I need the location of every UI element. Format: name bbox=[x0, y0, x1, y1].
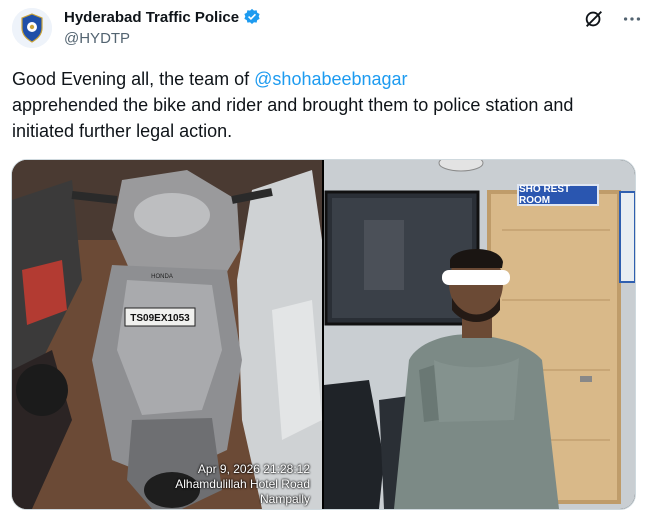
brand-text: HONDA bbox=[151, 274, 173, 280]
author-name-row[interactable]: Hyderabad Traffic Police bbox=[64, 8, 261, 26]
rider-illustration bbox=[324, 160, 635, 509]
photo-rider[interactable]: SHO REST ROOM bbox=[324, 160, 635, 509]
room-sign: SHO REST ROOM bbox=[517, 184, 599, 206]
author-name[interactable]: Hyderabad Traffic Police bbox=[64, 9, 239, 26]
tweet-actions bbox=[583, 8, 643, 30]
stamp-location-2: Nampally bbox=[259, 492, 310, 506]
police-badge-icon bbox=[12, 8, 52, 48]
tweet-line-3: initiated further legal action. bbox=[12, 121, 233, 141]
avatar[interactable] bbox=[12, 8, 52, 48]
more-dots-icon[interactable] bbox=[621, 8, 643, 30]
tweet-line-2: apprehended the bike and rider and broug… bbox=[12, 95, 574, 115]
photo-stamp: Apr 9, 2026 21:28:12 Alhamdulillah Hotel… bbox=[175, 462, 310, 507]
stamp-location-1: Alhamdulillah Hotel Road bbox=[175, 477, 310, 491]
author-handle[interactable]: @HYDTP bbox=[64, 30, 130, 47]
scooter-illustration: TS09EX1053 HONDA bbox=[12, 160, 322, 509]
tweet-text-before: Good Evening all, the team of bbox=[12, 69, 255, 89]
plate-text: TS09EX1053 bbox=[130, 313, 190, 324]
tweet-line-1: Good Evening all, the team of @shohabeeb… bbox=[12, 66, 642, 92]
photo-scooter[interactable]: TS09EX1053 HONDA Apr 9, 2026 21:28:12 Al… bbox=[12, 160, 322, 509]
verified-badge-icon bbox=[244, 8, 260, 25]
mention-link[interactable]: @shohabeebnagar bbox=[254, 69, 407, 89]
media-grid: TS09EX1053 HONDA Apr 9, 2026 21:28:12 Al… bbox=[11, 159, 636, 510]
tweet-text: Good Evening all, the team of @shohabeeb… bbox=[12, 66, 642, 144]
grok-icon[interactable] bbox=[583, 8, 605, 30]
stamp-timestamp: Apr 9, 2026 21:28:12 bbox=[197, 462, 310, 476]
